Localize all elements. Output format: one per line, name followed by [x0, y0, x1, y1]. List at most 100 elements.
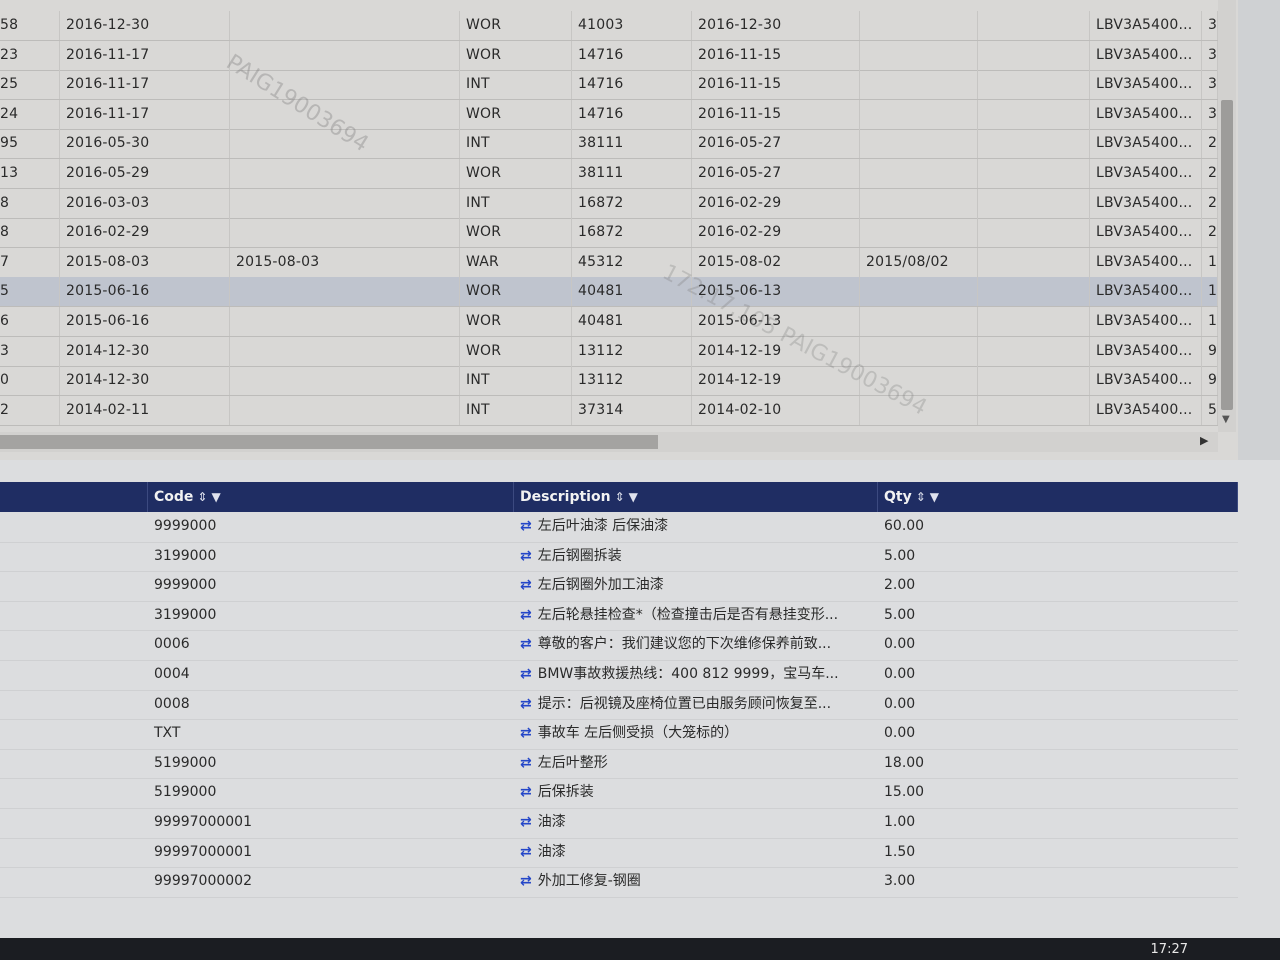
partial-top-row: 2016-12-31 41003 2016-12-30 LBV3A5400...	[0, 0, 1218, 11]
cell-date2: 2015-08-03	[230, 247, 460, 277]
table-row[interactable]: 5199000 ⇄ 左后叶整形 18.00	[0, 749, 1238, 780]
table-row[interactable]: 0 2014-12-30 INT 13112 2014-12-19 LBV3A5400..…	[0, 366, 1218, 397]
cell-blank	[978, 395, 1090, 425]
sort-icon[interactable]: ⇕	[615, 490, 625, 504]
cell-code: 3199000	[154, 547, 217, 564]
table-row[interactable]: 0008 ⇄ 提示：后视镜及座椅位置已由服务顾问恢复至... 0.00	[0, 690, 1238, 721]
cell-blank	[978, 159, 1090, 188]
transfer-icon[interactable]: ⇄	[520, 755, 532, 771]
table-row[interactable]: 7 2015-08-03 2015-08-03 WAR 45312 2015-08-02 2…	[0, 247, 1218, 278]
cell-type: WOR	[460, 40, 572, 70]
transfer-icon[interactable]: ⇄	[520, 696, 532, 712]
transfer-icon[interactable]: ⇄	[520, 548, 532, 564]
transfer-icon[interactable]: ⇄	[520, 725, 532, 741]
transfer-icon[interactable]: ⇄	[520, 666, 532, 682]
cell-description: ⇄ 左后钢圈拆装	[514, 542, 878, 571]
cell-blank	[978, 336, 1090, 366]
transfer-icon[interactable]: ⇄	[520, 607, 532, 623]
cell-type: WOR	[460, 11, 572, 40]
table-row[interactable]: 3 2014-12-30 WOR 13112 2014-12-19 LBV3A5400..…	[0, 336, 1218, 367]
table-row[interactable]: 3199000 ⇄ 左后钢圈拆装 5.00	[0, 542, 1238, 573]
scroll-down-icon[interactable]: ▼	[1222, 414, 1230, 425]
cell-code: 41003	[572, 11, 692, 40]
cell-description: ⇄ 左后叶整形	[514, 749, 878, 778]
cell-type: WAR	[460, 247, 572, 277]
table-row[interactable]: 95 2016-05-30 INT 38111 2016-05-27 LBV3A5400.…	[0, 129, 1218, 160]
cell-code: 40481	[572, 277, 692, 307]
cell-type: INT	[460, 129, 572, 159]
cell-code: 40481	[572, 307, 692, 336]
table-row[interactable]: 99997000001 ⇄ 油漆 1.50	[0, 838, 1238, 869]
description-text: 事故车 左后侧受损（大笼标的）	[537, 725, 739, 742]
transfer-icon[interactable]: ⇄	[520, 518, 532, 534]
scroll-right-icon[interactable]: ▶	[1200, 434, 1208, 447]
filter-icon[interactable]: ▼	[629, 490, 638, 504]
table-row[interactable]: 3199000 ⇄ 左后轮悬挂检查*（检查撞击后是否有悬挂变形... 5.00	[0, 601, 1238, 632]
table-row[interactable]: 24 2016-11-17 WOR 14716 2016-11-15 LBV3A5400.…	[0, 99, 1218, 130]
filter-icon[interactable]: ▼	[211, 490, 220, 504]
table-row[interactable]: 5199000 ⇄ 后保拆装 15.00	[0, 778, 1238, 809]
transfer-icon[interactable]: ⇄	[520, 814, 532, 830]
description-text: BMW事故救援热线：400 812 9999，宝马车...	[537, 666, 839, 682]
table-row[interactable]: 99997000002 ⇄ 外加工修复-钢圈 3.00	[0, 867, 1238, 898]
cell-vin: LBV3A5400...	[1090, 159, 1202, 188]
filter-icon[interactable]: ▼	[930, 490, 939, 504]
table-row[interactable]: 0006 ⇄ 尊敬的客户：我们建议您的下次维修保养前致... 0.00	[0, 630, 1238, 661]
table-row[interactable]: 23 2016-11-17 WOR 14716 2016-11-15 LBV3A5400.…	[0, 40, 1218, 71]
cell-tail: 2	[1202, 159, 1218, 188]
table-row[interactable]: 58 2016-12-30 WOR 41003 2016-12-30 LBV3A5400.…	[0, 11, 1218, 41]
table-row[interactable]: 9999000 ⇄ 左后叶油漆 后保油漆 60.00	[0, 512, 1238, 543]
table-row[interactable]: 8 2016-03-03 INT 16872 2016-02-29 LBV3A5400..…	[0, 188, 1218, 219]
cell-type: WOR	[460, 99, 572, 129]
cell-description: ⇄ 尊敬的客户：我们建议您的下次维修保养前致...	[514, 630, 878, 659]
description-text: 左后轮悬挂检查*（检查撞击后是否有悬挂变形...	[537, 606, 839, 623]
cell-description: ⇄ 油漆	[514, 838, 878, 867]
cell-description: ⇄ BMW事故救援热线：400 812 9999，宝马车...	[514, 660, 878, 689]
cell-date4	[860, 99, 978, 129]
table-row[interactable]: TXT ⇄ 事故车 左后侧受损（大笼标的） 0.00	[0, 719, 1238, 750]
vertical-scroll-thumb[interactable]	[1221, 100, 1233, 410]
cell-date2	[230, 188, 460, 218]
transfer-icon[interactable]: ⇄	[520, 784, 532, 800]
table-row[interactable]: 5 2015-06-16 WOR 40481 2015-06-13 LBV3A5400..…	[0, 277, 1218, 308]
table-row[interactable]: 9999000 ⇄ 左后钢圈外加工油漆 2.00	[0, 571, 1238, 602]
transfer-icon[interactable]: ⇄	[520, 577, 532, 593]
table-row[interactable]: 8 2016-02-29 WOR 16872 2016-02-29 LBV3A5400..…	[0, 218, 1218, 249]
transfer-icon[interactable]: ⇄	[520, 844, 532, 860]
vertical-scrollbar[interactable]: ▼	[1218, 0, 1236, 432]
cell-date2	[230, 336, 460, 366]
cell-id: 2	[0, 395, 60, 425]
sort-icon[interactable]: ⇕	[916, 490, 926, 504]
cell-tail: 2	[1202, 218, 1218, 248]
cell-qty: 15.00	[884, 784, 925, 801]
cell-blank	[978, 188, 1090, 218]
horizontal-scrollbar[interactable]: ▶	[0, 432, 1218, 452]
description-text: 左后钢圈拆装	[537, 547, 622, 564]
header-code[interactable]: Code ⇕ ▼	[148, 482, 514, 512]
cell-qty: 18.00	[884, 754, 925, 771]
cell-code: 38111	[572, 129, 692, 159]
header-description[interactable]: Description ⇕ ▼	[514, 482, 878, 512]
cell-date3: 2016-11-15	[692, 40, 860, 70]
table-row[interactable]: 99997000001 ⇄ 油漆 1.00	[0, 808, 1238, 839]
sort-icon[interactable]: ⇕	[197, 490, 207, 504]
table-row[interactable]: 0004 ⇄ BMW事故救援热线：400 812 9999，宝马车... 0.00	[0, 660, 1238, 691]
cell-tail: 2	[1202, 129, 1218, 159]
table-row[interactable]: 6 2015-06-16 WOR 40481 2015-06-13 LBV3A5400..…	[0, 307, 1218, 337]
cell-date2	[230, 159, 460, 188]
cell-code: 14716	[572, 99, 692, 129]
cell-date1: 2015-06-16	[60, 307, 230, 336]
cell-code: 16872	[572, 218, 692, 248]
table-row[interactable]: 25 2016-11-17 INT 14716 2016-11-15 LBV3A5400.…	[0, 70, 1218, 101]
transfer-icon[interactable]: ⇄	[520, 873, 532, 889]
transfer-icon[interactable]: ⇄	[520, 636, 532, 652]
cell-date4	[860, 395, 978, 425]
table-row[interactable]: 2 2014-02-11 INT 37314 2014-02-10 LBV3A5400..…	[0, 395, 1218, 426]
horizontal-scroll-thumb[interactable]	[0, 435, 658, 449]
table-row[interactable]: 13 2016-05-29 WOR 38111 2016-05-27 LBV3A5400.…	[0, 159, 1218, 189]
description-text: 提示：后视镜及座椅位置已由服务顾问恢复至...	[537, 695, 832, 712]
header-qty[interactable]: Qty ⇕ ▼	[878, 482, 1238, 512]
cell-date3: 2016-05-27	[692, 129, 860, 159]
cell-date4	[860, 277, 978, 307]
cell-code: 38111	[572, 159, 692, 188]
